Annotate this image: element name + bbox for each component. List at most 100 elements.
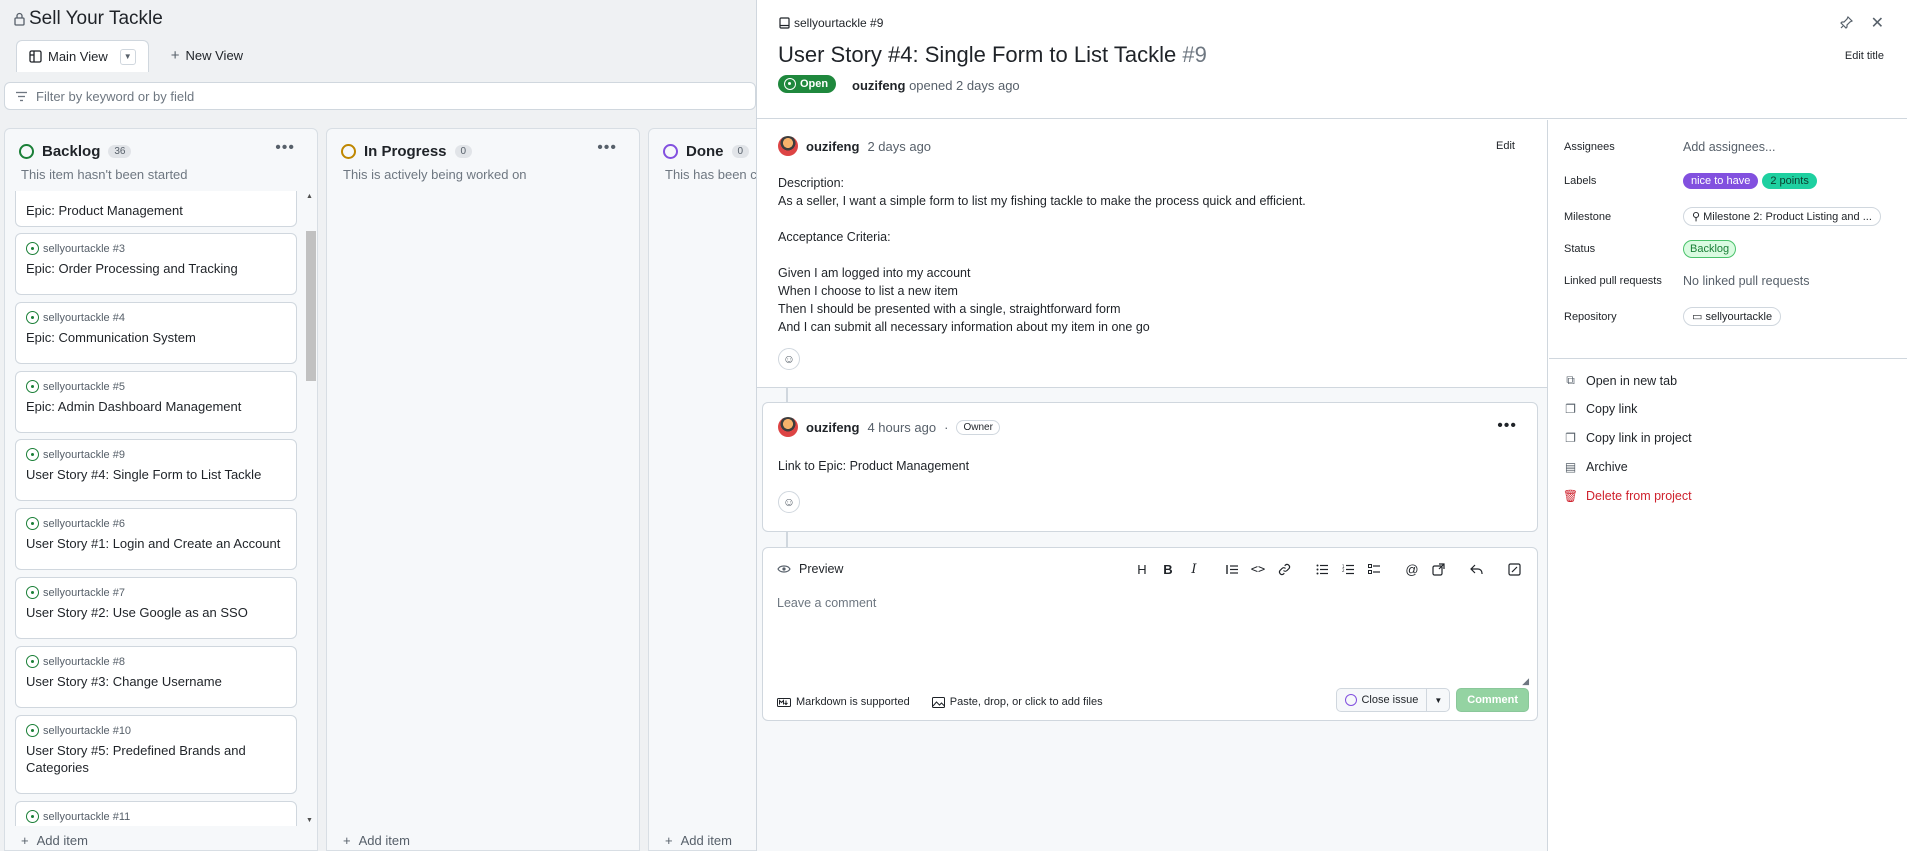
filter-icon	[16, 91, 27, 101]
copy-link-in-project-button[interactable]: ❐ Copy link in project	[1564, 431, 1692, 445]
comment-textarea[interactable]: Leave a comment	[777, 596, 876, 610]
column-backlog: Backlog 36 ••• This item hasn't been sta…	[4, 128, 318, 851]
issue-card[interactable]: sellyourtackle #8 User Story #3: Change …	[15, 646, 297, 708]
field-assignees: Assignees Add assignees...	[1564, 140, 1775, 154]
milestone-value[interactable]: ⚲ Milestone 2: Product Listing and ...	[1683, 207, 1881, 226]
open-issue-icon	[26, 810, 39, 823]
column-done: Done 0 This has been co + Add item	[648, 128, 756, 851]
issue-sidebar: Assignees Add assignees... Labels nice t…	[1549, 120, 1907, 851]
column-menu-button[interactable]: •••	[597, 139, 617, 157]
plus-icon: +	[170, 46, 180, 64]
pin-icon[interactable]	[1840, 15, 1854, 32]
issue-card[interactable]: sellyourtackle #3 Epic: Order Processing…	[15, 233, 297, 295]
quote-icon[interactable]	[1221, 558, 1243, 580]
issue-repo-ref-text: sellyourtackle #9	[794, 16, 884, 30]
avatar[interactable]	[778, 417, 798, 437]
avatar[interactable]	[778, 136, 798, 156]
copy-link-button[interactable]: ❐ Copy link	[1564, 402, 1637, 416]
attach-files[interactable]: Paste, drop, or click to add files	[931, 696, 1103, 708]
edit-description-button[interactable]: Edit	[1496, 140, 1515, 152]
repo-icon	[779, 16, 790, 29]
view-options-caret-icon[interactable]: ▼	[119, 48, 136, 65]
plus-icon: +	[21, 833, 29, 848]
filter-input[interactable]: Filter by keyword or by field	[4, 82, 756, 110]
field-label: Assignees	[1564, 141, 1615, 153]
preview-tab[interactable]: Preview	[777, 562, 843, 576]
milestone-icon: ⚲	[1692, 211, 1701, 223]
scroll-down-icon[interactable]: ▼	[306, 817, 313, 824]
resize-handle-icon[interactable]: ◢	[1522, 676, 1529, 687]
issue-card[interactable]: sellyourtackle #10 User Story #5: Predef…	[15, 715, 297, 794]
comment-menu-button[interactable]: •••	[1497, 417, 1517, 435]
add-reaction-button[interactable]: ☺	[778, 348, 800, 370]
action-label: Copy link in project	[1586, 431, 1692, 445]
open-issue-icon	[26, 380, 39, 393]
close-issue-main[interactable]: Close issue	[1337, 689, 1428, 711]
issue-card[interactable]: Epic: Product Management	[15, 191, 297, 227]
project-title: Sell Your Tackle	[14, 8, 163, 30]
numbered-list-icon[interactable]: 12	[1337, 558, 1359, 580]
add-item-button[interactable]: + Add item	[343, 833, 410, 848]
tab-new-view[interactable]: + New View	[159, 40, 255, 70]
archive-button[interactable]: ▤ Archive	[1564, 460, 1628, 474]
reply-icon[interactable]	[1465, 558, 1487, 580]
issue-card[interactable]: sellyourtackle #4 Epic: Communication Sy…	[15, 302, 297, 364]
owner-badge: Owner	[956, 419, 1000, 435]
attach-files-text: Paste, drop, or click to add files	[949, 696, 1103, 708]
linked-prs-value[interactable]: No linked pull requests	[1683, 274, 1809, 288]
comment-button[interactable]: Comment	[1456, 688, 1529, 712]
bold-icon[interactable]: B	[1157, 558, 1179, 580]
open-issue-icon	[784, 78, 796, 90]
bullet-list-icon[interactable]	[1311, 558, 1333, 580]
add-item-button[interactable]: + Add item	[21, 833, 88, 848]
cross-reference-icon[interactable]	[1427, 558, 1449, 580]
issue-card[interactable]: sellyourtackle #7 User Story #2: Use Goo…	[15, 577, 297, 639]
delete-from-project-button[interactable]: 🗑 Delete from project	[1563, 489, 1692, 503]
lock-icon	[14, 12, 25, 26]
card-repo: sellyourtackle #10	[43, 724, 132, 737]
issue-author[interactable]: ouzifeng	[852, 78, 905, 93]
description-body: Description: As a seller, I want a simpl…	[778, 176, 1306, 334]
description-author[interactable]: ouzifeng	[806, 139, 859, 154]
markdown-note[interactable]: Markdown is supported	[777, 696, 910, 708]
open-issue-icon	[26, 448, 39, 461]
action-label: Delete from project	[1586, 489, 1692, 503]
task-list-icon[interactable]	[1363, 558, 1385, 580]
column-name: In Progress	[364, 143, 447, 160]
add-assignees-button[interactable]: Add assignees...	[1683, 140, 1775, 154]
scroll-thumb[interactable]	[306, 231, 316, 381]
add-reaction-button[interactable]: ☺	[778, 491, 800, 513]
comment-author[interactable]: ouzifeng	[806, 420, 859, 435]
scroll-up-icon[interactable]: ▲	[306, 193, 313, 200]
field-label: Status	[1564, 243, 1596, 255]
card-title: User Story #3: Change Username	[26, 674, 222, 689]
heading-icon[interactable]: H	[1131, 558, 1153, 580]
fullscreen-icon[interactable]	[1503, 558, 1525, 580]
tab-main-view[interactable]: Main View ▼	[16, 40, 149, 72]
edit-title-button[interactable]: Edit title	[1845, 50, 1884, 62]
issue-repo-ref[interactable]: sellyourtackle #9	[779, 16, 883, 30]
close-issue-dropdown-icon[interactable]: ▼	[1427, 696, 1449, 705]
link-icon[interactable]	[1273, 558, 1295, 580]
field-repository: Repository ▭ sellyourtackle	[1564, 307, 1782, 326]
open-in-new-tab-button[interactable]: ⧉ Open in new tab	[1564, 373, 1677, 388]
close-issue-button[interactable]: Close issue ▼	[1336, 688, 1451, 712]
column-menu-button[interactable]: •••	[275, 139, 295, 157]
italic-icon[interactable]: I	[1183, 558, 1205, 580]
status-value[interactable]: Backlog	[1683, 240, 1737, 258]
issue-card[interactable]: sellyourtackle #11	[15, 801, 297, 826]
code-icon[interactable]: <>	[1247, 558, 1269, 580]
archive-icon: ▤	[1564, 460, 1577, 474]
action-label: Archive	[1586, 460, 1628, 474]
issue-card[interactable]: sellyourtackle #6 User Story #1: Login a…	[15, 508, 297, 570]
repository-value[interactable]: ▭ sellyourtackle	[1683, 307, 1782, 326]
close-panel-icon[interactable]: ✕	[1871, 13, 1884, 33]
issue-card[interactable]: sellyourtackle #5 Epic: Admin Dashboard …	[15, 371, 297, 433]
labels-value[interactable]: nice to have 2 points	[1683, 173, 1817, 189]
issue-card[interactable]: sellyourtackle #9 User Story #4: Single …	[15, 439, 297, 501]
card-list-scrollbar[interactable]: ▲ ▼	[303, 191, 317, 826]
status-circle-icon	[341, 144, 356, 159]
mention-icon[interactable]: @	[1401, 558, 1423, 580]
add-item-button[interactable]: + Add item	[665, 833, 732, 848]
open-issue-icon	[26, 242, 39, 255]
